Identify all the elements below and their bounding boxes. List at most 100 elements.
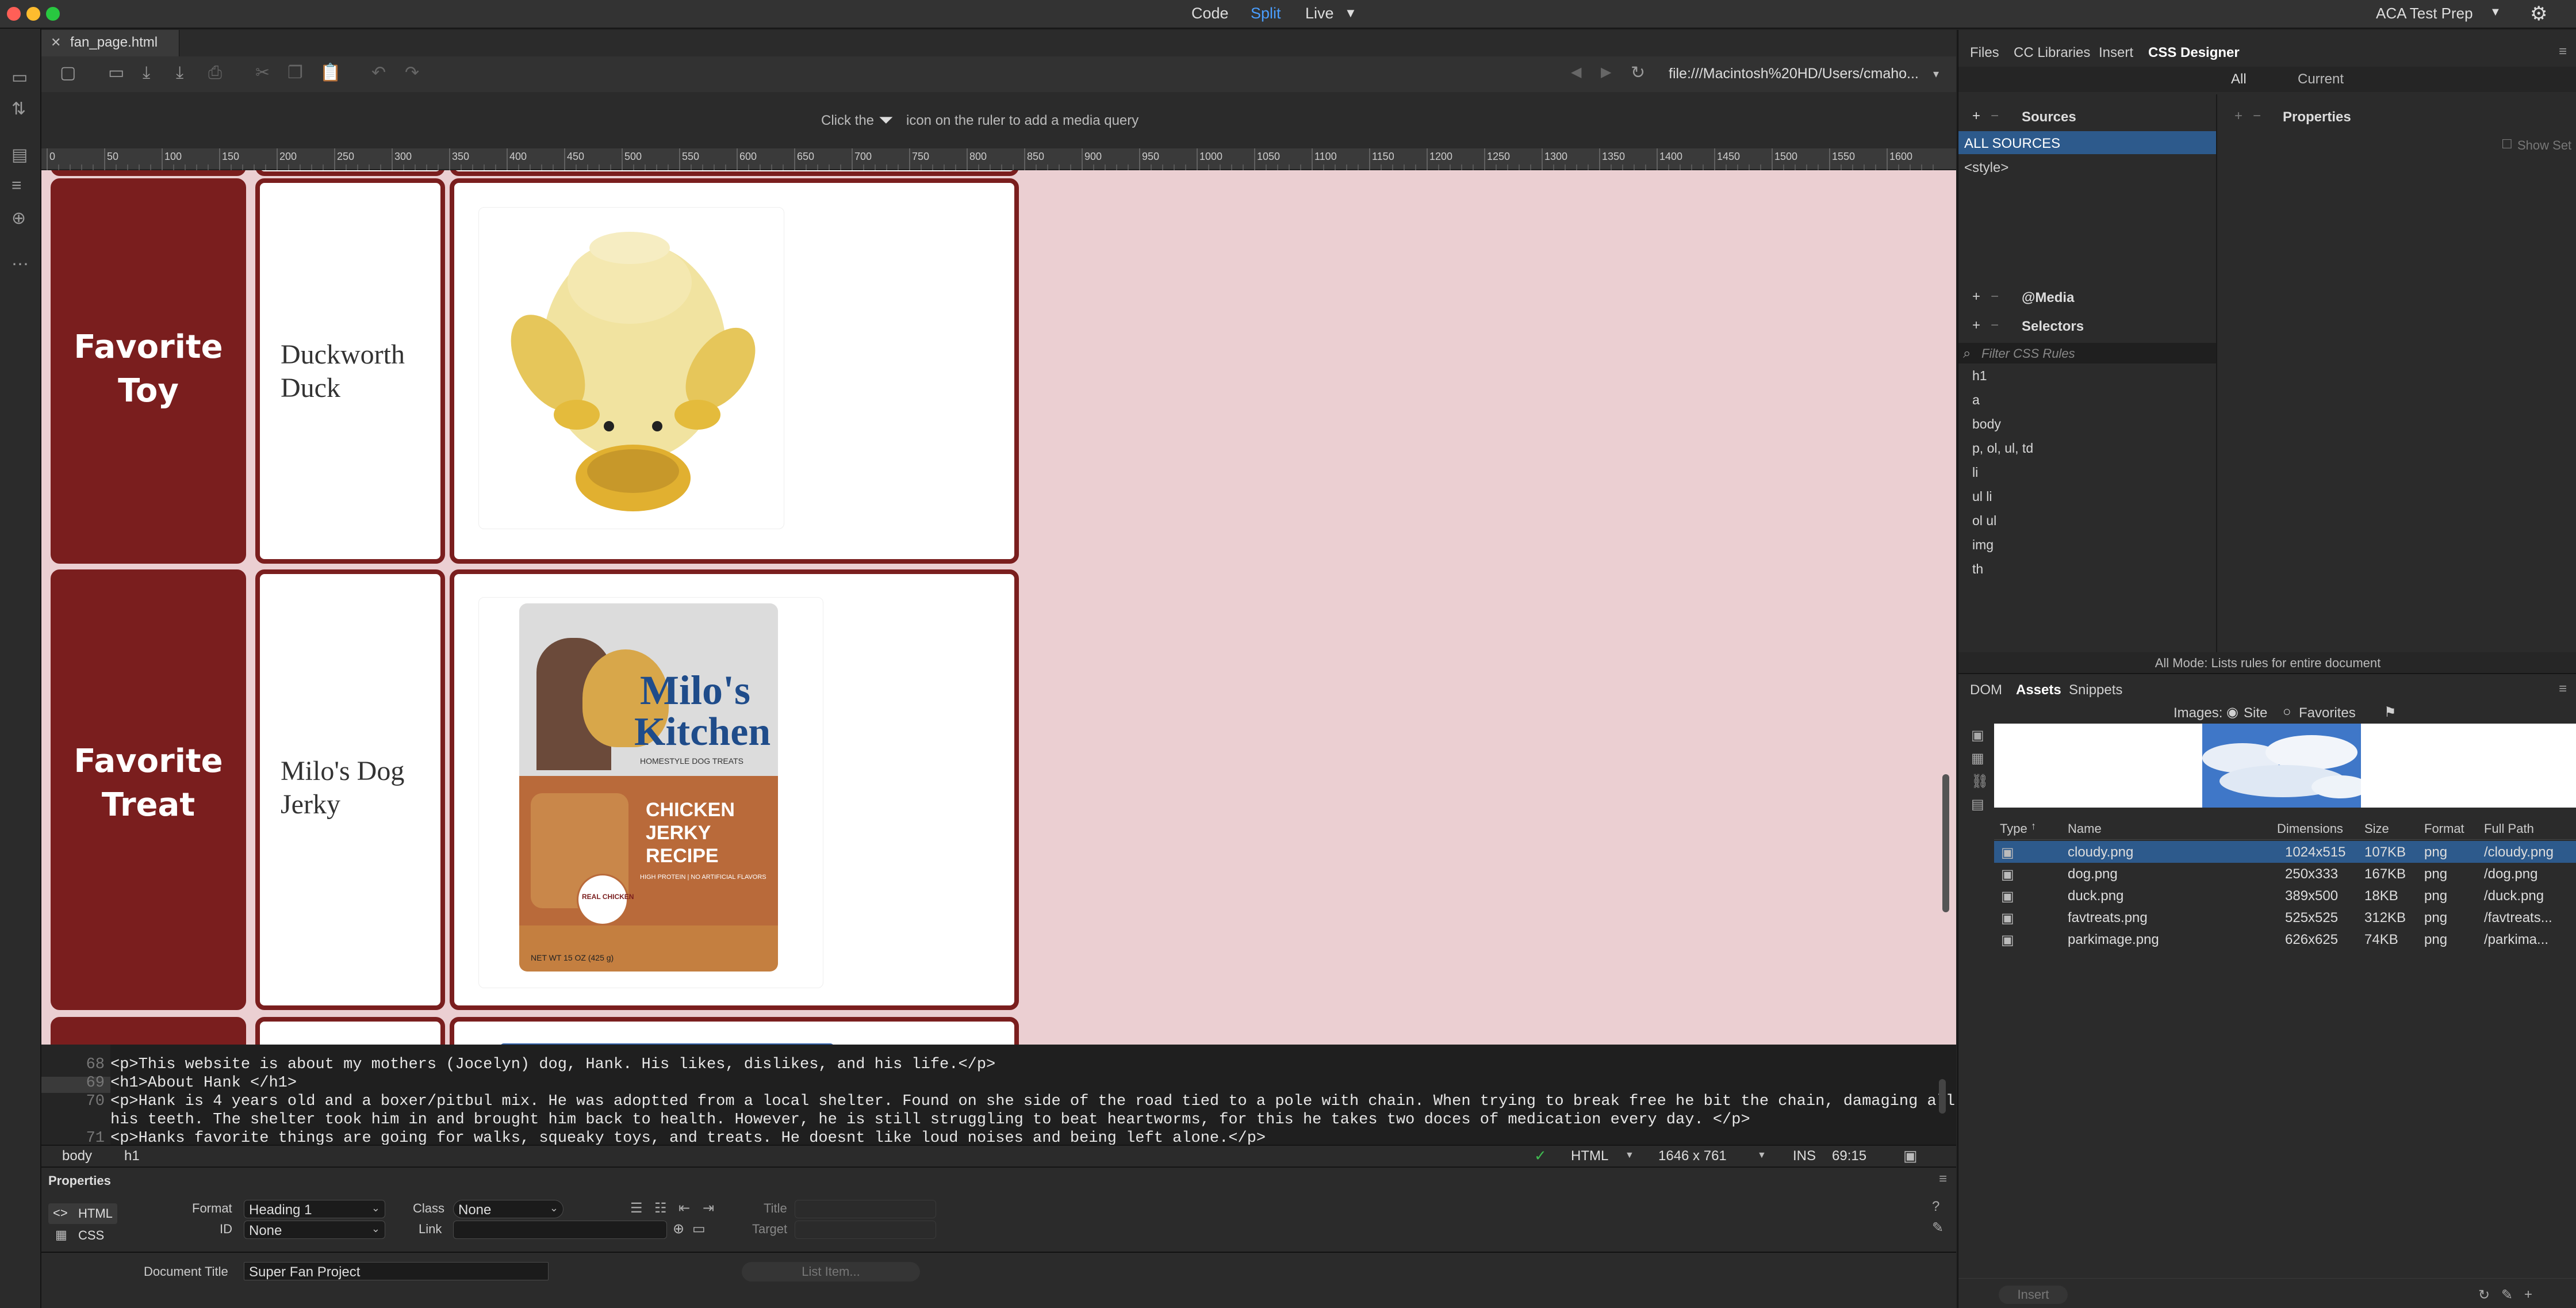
asset-row[interactable]: ▣ dog.png 250x333 167KB png/dog.png — [1994, 863, 2576, 885]
preview-icon[interactable]: ▣ — [1903, 1147, 1918, 1165]
tab-insert[interactable]: Insert — [2099, 45, 2133, 61]
paste-icon[interactable]: 📋 — [320, 64, 341, 82]
new-document-icon[interactable]: ▢ — [60, 64, 76, 82]
file-management-icon[interactable]: ⇅ — [12, 101, 26, 118]
asset-row[interactable]: ▣ duck.png 389x500 18KB png/duck.png — [1994, 885, 2576, 907]
open-documents-icon[interactable]: ▭ — [12, 69, 28, 86]
favorites-radio[interactable]: ○ — [2283, 704, 2291, 720]
live-view-button[interactable]: Live — [1305, 5, 1334, 22]
css-mode-button[interactable]: ▦ CSS — [48, 1225, 117, 1246]
back-icon[interactable]: ◀ — [1571, 66, 1581, 79]
code-line[interactable]: his teeth. The shelter took him in and b… — [110, 1111, 1750, 1129]
live-code-icon[interactable]: ▤ — [12, 147, 28, 164]
workspace-switcher[interactable]: ACA Test Prep — [2376, 5, 2473, 22]
minimize-window-button[interactable] — [26, 7, 40, 21]
column-name[interactable]: Name — [2068, 821, 2102, 836]
format-source-icon[interactable]: ≡ — [12, 177, 22, 194]
table-cell[interactable]: Milo's Kitchen HOMESTYLE DOG TREATS REAL… — [450, 569, 1019, 1010]
filter-css-rules-input[interactable]: ⌕ Filter CSS Rules — [1958, 343, 2216, 364]
refresh-icon[interactable]: ↻ — [1631, 64, 1645, 82]
urls-category-icon[interactable]: ⛓ — [1971, 773, 1988, 790]
table-header-cell[interactable]: Favorite Toy — [51, 178, 246, 564]
class-select[interactable]: None ⌄ — [453, 1200, 564, 1218]
panel-menu-icon[interactable]: ≡ — [2559, 681, 2567, 697]
selector-item[interactable]: li — [1972, 465, 1978, 480]
remove-source-icon[interactable]: − — [1991, 108, 1999, 124]
open-icon[interactable]: ▭ — [108, 64, 124, 82]
chevron-down-icon[interactable]: ▼ — [2490, 6, 2501, 19]
chevron-down-icon[interactable]: ▼ — [1344, 6, 1357, 21]
selector-item[interactable]: body — [1972, 416, 2001, 432]
add-media-icon[interactable]: + — [1972, 289, 1980, 305]
html-mode-button[interactable]: <> HTML — [48, 1203, 117, 1224]
save-all-icon[interactable]: ⤓ — [176, 64, 183, 82]
document-title-input[interactable]: Super Fan Project — [244, 1262, 549, 1280]
milos-kitchen-image[interactable]: Milo's Kitchen HOMESTYLE DOG TREATS REAL… — [478, 597, 823, 988]
selector-item[interactable]: img — [1972, 537, 1994, 553]
point-to-file-icon[interactable]: ⊕ — [673, 1221, 684, 1237]
table-cell[interactable] — [450, 178, 1019, 564]
source-item-all[interactable]: ALL SOURCES — [1958, 131, 2216, 154]
outdent-icon[interactable]: ⇤ — [678, 1200, 690, 1217]
close-tab-icon[interactable]: ✕ — [51, 35, 61, 50]
tag-selector-h1[interactable]: h1 — [124, 1148, 140, 1164]
asset-row[interactable]: ▣ parkimage.png 626x625 74KB png/parkima... — [1994, 928, 2576, 950]
tab-css-designer[interactable]: CSS Designer — [2148, 45, 2240, 61]
panel-menu-icon[interactable]: ≡ — [1939, 1171, 1947, 1187]
colors-category-icon[interactable]: ▦ — [1971, 750, 1984, 767]
duck-image[interactable] — [478, 207, 784, 529]
title-input[interactable] — [795, 1200, 936, 1218]
code-view-button[interactable]: Code — [1191, 5, 1229, 22]
redo-icon[interactable]: ↷ — [405, 64, 419, 82]
indent-icon[interactable]: ⇥ — [703, 1200, 714, 1217]
split-view-button[interactable]: Split — [1251, 5, 1281, 22]
close-window-button[interactable] — [7, 7, 21, 21]
code-line[interactable]: <h1>About Hank </h1> — [110, 1074, 297, 1092]
column-full-path[interactable]: Full Path — [2484, 821, 2534, 836]
list-item-button[interactable]: List Item... — [742, 1262, 920, 1282]
remove-property-icon[interactable]: − — [2253, 108, 2261, 124]
target-select[interactable] — [795, 1221, 936, 1239]
code-scrollbar[interactable] — [1939, 1079, 1946, 1114]
selector-item[interactable]: th — [1972, 561, 1983, 577]
chevron-down-icon[interactable]: ▼ — [1757, 1150, 1766, 1161]
selector-item[interactable]: ol ul — [1972, 513, 1996, 529]
source-item-style[interactable]: <style> — [1964, 160, 2008, 176]
selector-item[interactable]: ul li — [1972, 489, 1992, 504]
filter-all-button[interactable]: All — [2231, 71, 2247, 87]
media-category-icon[interactable]: ▤ — [1971, 796, 1984, 813]
selector-item[interactable]: a — [1972, 392, 1980, 408]
document-tab[interactable]: ✕ fan_page.html — [41, 30, 179, 56]
table-header-cell[interactable]: Favorite Treat — [51, 569, 246, 1010]
print-icon[interactable]: ⎙ — [208, 64, 222, 82]
site-radio[interactable]: ◉ — [2226, 704, 2238, 721]
asset-row[interactable]: ▣ favtreats.png 525x525 312KB png/favtreats.… — [1994, 907, 2576, 928]
more-tools-icon[interactable]: ⋯ — [12, 256, 29, 273]
ordered-list-icon[interactable]: ☷ — [654, 1200, 667, 1217]
inspect-icon[interactable]: ⊕ — [12, 210, 26, 227]
tab-assets[interactable]: Assets — [2016, 682, 2061, 698]
cut-icon[interactable]: ✂ — [255, 64, 270, 82]
window-size-select[interactable]: 1646 x 761 — [1658, 1148, 1727, 1164]
selector-item[interactable]: p, ol, ul, td — [1972, 441, 2033, 456]
table-cell[interactable]: Milo's Dog Jerky — [255, 569, 445, 1010]
unordered-list-icon[interactable]: ☰ — [630, 1200, 643, 1217]
code-line[interactable]: <p>This website is about my mothers (Joc… — [110, 1056, 995, 1073]
column-size[interactable]: Size — [2364, 821, 2389, 836]
copy-icon[interactable]: ❐ — [288, 64, 303, 82]
add-to-favorites-icon[interactable]: + — [2524, 1287, 2532, 1303]
add-source-icon[interactable]: + — [1972, 108, 1980, 124]
forward-icon[interactable]: ▶ — [1601, 66, 1611, 79]
asset-row[interactable]: ▣ cloudy.png 1024x515 107KB png/cloudy.png — [1994, 841, 2576, 863]
scrollbar-thumb[interactable] — [1942, 774, 1949, 912]
tag-selector-body[interactable]: body — [62, 1148, 92, 1164]
tab-snippets[interactable]: Snippets — [2069, 682, 2122, 698]
browse-folder-icon[interactable]: ▭ — [692, 1221, 706, 1237]
chevron-down-icon[interactable]: ▼ — [1625, 1150, 1634, 1161]
link-input[interactable] — [453, 1221, 667, 1239]
tab-dom[interactable]: DOM — [1970, 682, 2002, 698]
panel-menu-icon[interactable]: ≡ — [2559, 44, 2567, 60]
add-selector-icon[interactable]: + — [1972, 318, 1980, 334]
refresh-icon[interactable]: ↻ — [2478, 1287, 2490, 1303]
help-icon[interactable]: ? — [1932, 1199, 1939, 1215]
